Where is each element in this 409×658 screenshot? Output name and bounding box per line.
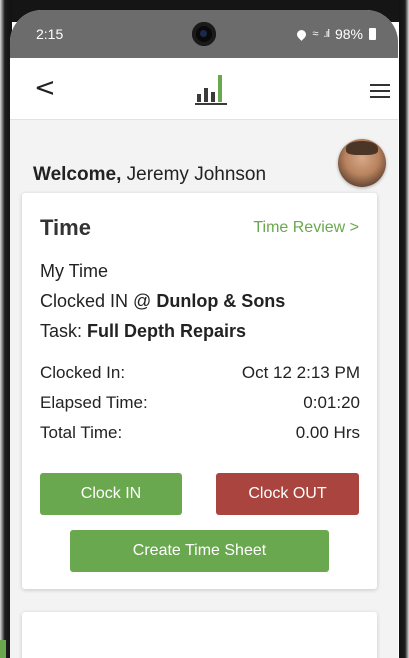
clocked-prefix: Clocked IN @: [40, 291, 152, 311]
welcome-greeting: Welcome,: [33, 164, 122, 185]
status-time: 2:15: [36, 26, 64, 42]
avatar-hair: [346, 141, 378, 155]
background-accent: [0, 640, 6, 658]
wifi-icon: ≈: [312, 28, 318, 40]
welcome-row: Welcome, Jeremy Johnson: [10, 120, 398, 194]
secondary-card: [22, 612, 377, 658]
status-icons: ≈ .ıl 98%: [295, 26, 376, 42]
app-bar: <: [10, 58, 398, 120]
battery-icon: [369, 28, 376, 40]
total-time-value: 0.00 Hrs: [295, 423, 360, 442]
card-title: Time: [40, 215, 91, 240]
create-time-sheet-button[interactable]: Create Time Sheet: [70, 530, 329, 572]
total-time-row: Total Time: 0.00 Hrs: [40, 423, 360, 443]
battery-percent: 98%: [334, 26, 363, 42]
my-time-label: My Time: [40, 261, 109, 281]
phone-bezel-right: [399, 0, 409, 658]
hamburger-menu-icon[interactable]: [370, 84, 390, 98]
avatar[interactable]: [338, 139, 386, 187]
clocked-in-status: Clocked IN @ Dunlop & Sons: [40, 291, 285, 312]
clocked-in-value: Oct 12 2:13 PM: [241, 363, 360, 382]
clocked-in-row: Clocked In: Oct 12 2:13 PM: [40, 363, 360, 383]
task-name: Full Depth Repairs: [87, 321, 247, 341]
phone-frame: 2:15 ≈ .ıl 98% < Welcome, Jeremy Johnson…: [0, 0, 409, 658]
status-bar: 2:15 ≈ .ıl 98%: [10, 10, 398, 58]
elapsed-time-label: Elapsed Time:: [40, 393, 148, 412]
task-prefix: Task:: [40, 321, 83, 341]
back-button[interactable]: <: [34, 74, 60, 102]
bar-chart-logo[interactable]: [194, 72, 228, 106]
welcome-text: Welcome, Jeremy Johnson: [33, 164, 266, 186]
welcome-user-name: Jeremy Johnson: [126, 164, 267, 185]
elapsed-time-value: 0:01:20: [303, 393, 360, 412]
clocked-in-label: Clocked In:: [40, 363, 126, 382]
time-review-link[interactable]: Time Review >: [253, 219, 359, 237]
task-line: Task: Full Depth Repairs: [40, 321, 246, 342]
elapsed-time-row: Elapsed Time: 0:01:20: [40, 393, 360, 413]
clock-in-button[interactable]: Clock IN: [40, 473, 182, 515]
front-camera: [192, 22, 216, 46]
total-time-label: Total Time:: [40, 423, 123, 442]
clocked-location: Dunlop & Sons: [156, 291, 286, 311]
location-icon: [295, 27, 309, 41]
clock-out-button[interactable]: Clock OUT: [216, 473, 359, 515]
time-card: Time Time Review > My Time Clocked IN @ …: [22, 193, 377, 589]
signal-icon: .ıl: [323, 28, 329, 40]
